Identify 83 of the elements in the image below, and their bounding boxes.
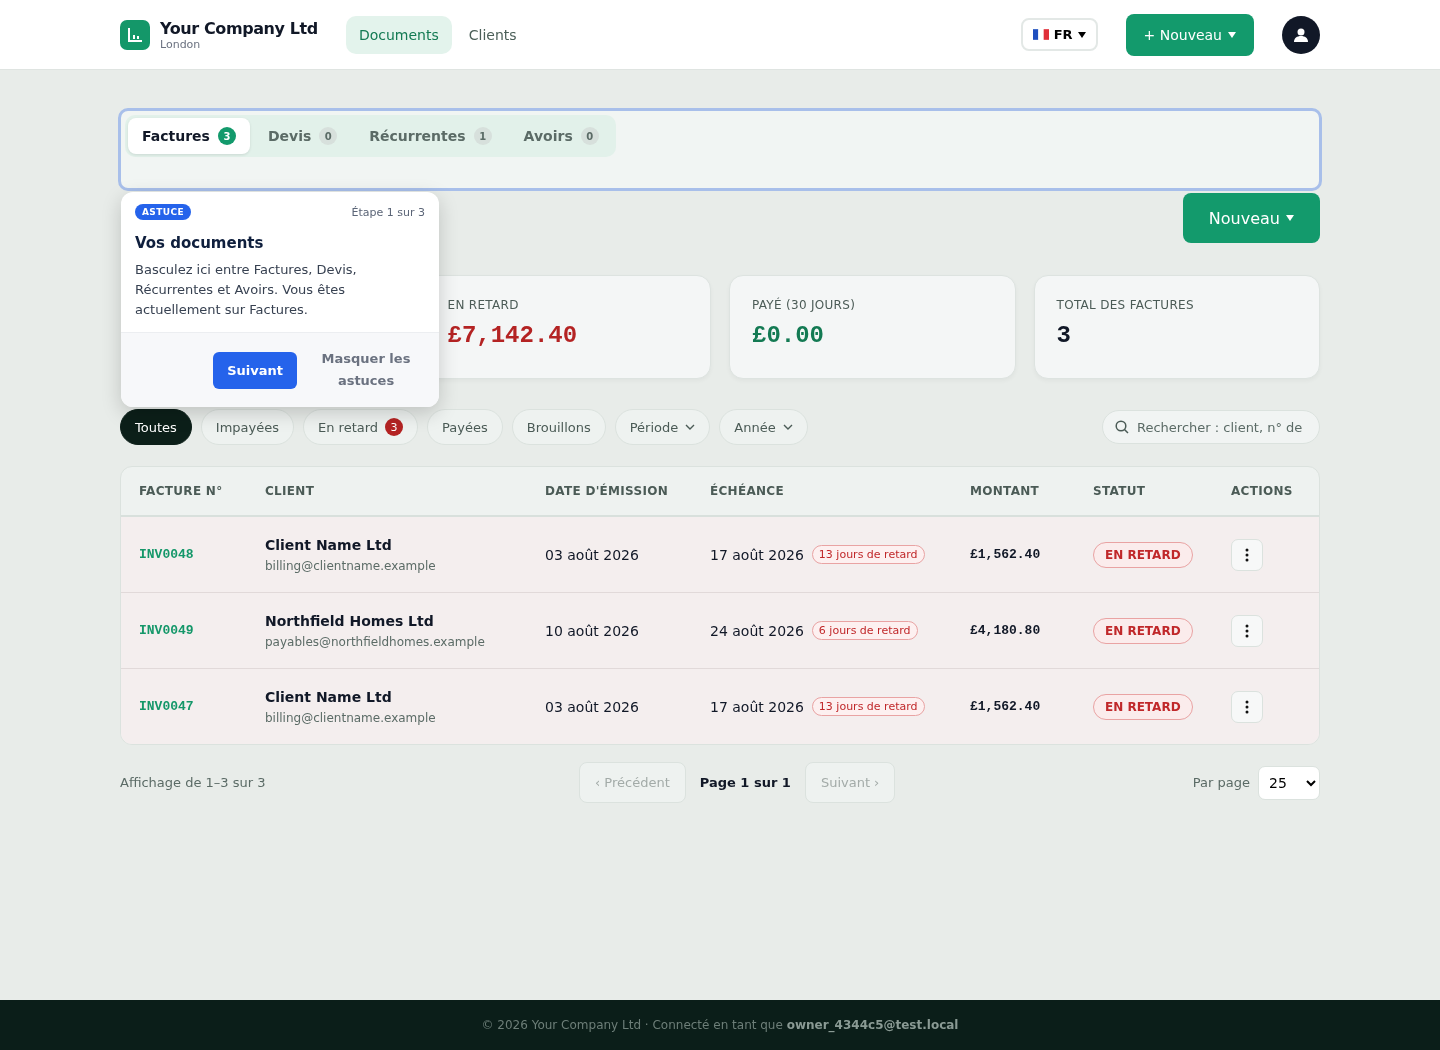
client-name: Client Name Ltd xyxy=(265,688,393,705)
company-city: London xyxy=(160,37,202,51)
document-tab[interactable]: Avoirs 0 xyxy=(509,118,613,154)
count-badge: 0 xyxy=(580,127,599,145)
flag-icon xyxy=(1032,29,1049,40)
avatar-icon[interactable] xyxy=(1282,15,1320,54)
status-tag: EN RETARD xyxy=(1093,693,1193,720)
filter-dropdown[interactable]: Période xyxy=(614,409,711,445)
column-header: STATUT xyxy=(1093,484,1147,498)
document-tab[interactable]: Récurrentes 1 xyxy=(355,118,506,154)
hide-tips-button[interactable]: Masquer les astuces xyxy=(311,347,421,393)
tip-text: Basculez ici entre Factures, Devis, Récurrentes et Avoirs. Vous êtes actuellement sur Factures. xyxy=(135,261,358,319)
count-badge: 3 xyxy=(385,418,404,436)
overdue-tag: 13 jours de retard xyxy=(811,545,925,564)
more-actions-icon[interactable] xyxy=(1231,614,1263,647)
results-summary: Affichage de 1–3 sur 3 xyxy=(120,775,267,790)
count-badge: 3 xyxy=(217,127,236,145)
issue-date: 10 août 2026 xyxy=(545,622,640,639)
client-email: billing@clientname.example xyxy=(265,710,437,725)
language-selector[interactable]: FR xyxy=(1020,18,1098,51)
due-date: 17 août 2026 xyxy=(710,698,804,715)
new-button[interactable]: Nouveau xyxy=(1182,193,1320,243)
issue-date: 03 août 2026 xyxy=(545,698,640,715)
client-email: billing@clientname.example xyxy=(265,558,437,573)
filter-chip[interactable]: En retard 3 xyxy=(303,409,419,445)
filter-dropdown[interactable]: Année xyxy=(719,409,808,445)
bar-chart-icon xyxy=(120,19,150,50)
column-header: FACTURE N° xyxy=(139,484,224,498)
footer-text: © 2026 Your Company Ltd · Connecté en tant que owner_4344c5@test.local xyxy=(481,1018,959,1032)
per-page-label: Par page xyxy=(1192,775,1250,790)
document-tab[interactable]: Factures 3 xyxy=(128,118,250,154)
page-indicator: Page 1 sur 1 xyxy=(698,775,792,790)
client-name: Northfield Homes Ltd xyxy=(265,612,435,629)
chevron-down-icon xyxy=(782,424,793,430)
filter-chip[interactable]: Toutes xyxy=(120,409,192,445)
stat-value: 3 xyxy=(1056,322,1072,349)
caret-icon xyxy=(1286,215,1294,221)
stat-value: £0.00 xyxy=(752,322,825,349)
invoice-number[interactable]: INV0047 xyxy=(139,699,265,714)
step-indicator: Étape 1 sur 3 xyxy=(351,205,425,219)
caret-icon xyxy=(1228,31,1236,38)
invoice-number[interactable]: INV0048 xyxy=(139,547,265,562)
issue-date: 03 août 2026 xyxy=(545,546,640,563)
filter-chip[interactable]: Brouillons xyxy=(511,409,606,445)
client-name: Client Name Ltd xyxy=(265,536,393,553)
more-actions-icon[interactable] xyxy=(1231,690,1263,723)
search-field[interactable]: Rechercher : client, n° de xyxy=(1102,410,1320,444)
per-page-select[interactable]: 25 xyxy=(1258,765,1320,800)
more-actions-icon[interactable] xyxy=(1231,538,1263,571)
count-badge: 1 xyxy=(473,127,492,145)
amount: £4,180.80 xyxy=(970,623,1042,638)
filter-chip[interactable]: Impayées xyxy=(200,409,294,445)
status-tag: EN RETARD xyxy=(1093,541,1193,568)
column-header: CLIENT xyxy=(265,484,316,498)
filter-chip[interactable]: Payées xyxy=(427,409,503,445)
column-header: ÉCHÉANCE xyxy=(710,484,785,498)
chevron-down-icon xyxy=(685,424,696,430)
tip-badge: ASTUCE xyxy=(135,204,192,220)
due-date: 17 août 2026 xyxy=(710,546,804,563)
invoice-number[interactable]: INV0049 xyxy=(139,623,265,638)
overdue-tag: 6 jours de retard xyxy=(811,621,918,640)
count-badge: 0 xyxy=(319,127,338,145)
next-tip-button[interactable]: Suivant xyxy=(213,351,297,389)
new-button[interactable]: + Nouveau xyxy=(1125,13,1254,56)
amount: £1,562.40 xyxy=(970,547,1042,562)
document-tab[interactable]: Devis 0 xyxy=(253,118,352,154)
stat-label: PAYÉ (30 JOURS) xyxy=(752,298,857,312)
status-tag: EN RETARD xyxy=(1093,617,1193,644)
due-date: 24 août 2026 xyxy=(710,622,804,639)
overdue-tag: 13 jours de retard xyxy=(811,697,925,716)
column-header: MONTANT xyxy=(970,484,1041,498)
client-email: payables@northfieldhomes.example xyxy=(265,634,486,649)
column-header: ACTIONS xyxy=(1231,484,1294,498)
company-name: Your Company Ltd xyxy=(160,18,318,38)
stat-value: £7,142.40 xyxy=(447,322,579,349)
stat-label: TOTAL DES FACTURES xyxy=(1056,298,1195,312)
stat-label: EN RETARD xyxy=(447,298,520,312)
nav-link[interactable]: Documents xyxy=(345,15,452,54)
nav-link[interactable]: Clients xyxy=(455,15,530,54)
tip-title: Vos documents xyxy=(135,234,265,252)
amount: £1,562.40 xyxy=(970,699,1042,714)
caret-icon xyxy=(1077,31,1086,38)
column-header: DATE D'ÉMISSION xyxy=(545,484,670,498)
